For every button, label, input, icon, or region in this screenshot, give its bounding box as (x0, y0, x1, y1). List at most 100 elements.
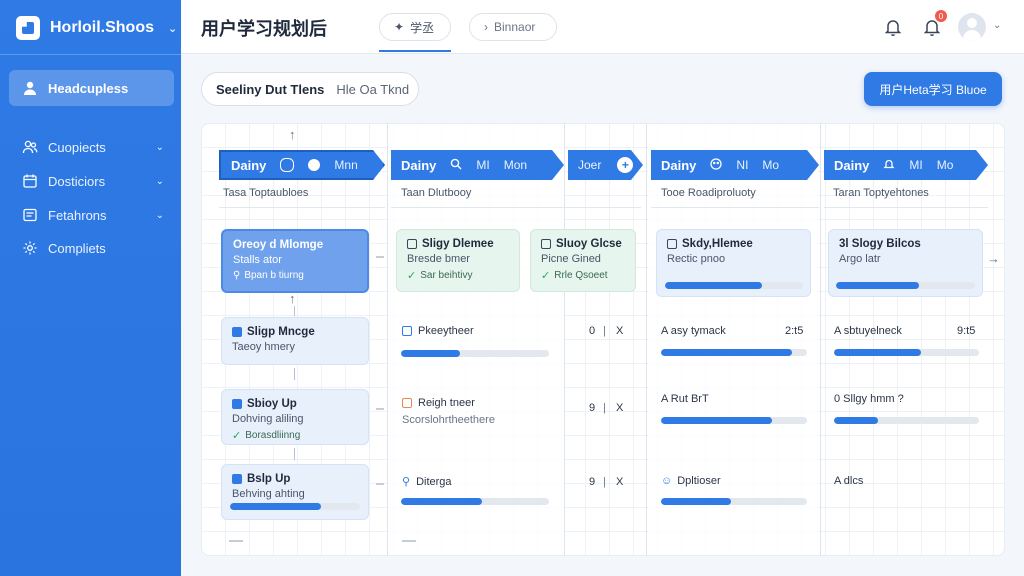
chevron-right-icon: › (484, 20, 488, 34)
stage-header-1[interactable]: Dainy Mnn (219, 150, 385, 180)
progress-bar (661, 417, 807, 424)
progress-fill (230, 503, 321, 510)
stage-header-3[interactable]: Joer + (568, 150, 643, 180)
sidebar-item-compliets[interactable]: Compliets (22, 238, 172, 258)
location-pin-icon: ⚲ (402, 476, 411, 488)
card-tag-label: Borasdliinng (245, 430, 301, 441)
task-icon (232, 474, 242, 484)
divider (376, 256, 384, 258)
column-subtitle: Tasa Toptaubloes (223, 187, 309, 199)
task-title[interactable]: A dlcs (834, 475, 863, 487)
progress-bar (836, 282, 975, 289)
chevron-down-icon: ⌄ (155, 141, 164, 153)
chevron-down-icon[interactable]: ⌄ (993, 20, 1001, 31)
checkbox-icon[interactable] (407, 239, 417, 249)
brand[interactable]: Horloil.Shoos ⌄ (16, 16, 177, 40)
sidebar-item-cuopiects[interactable]: Cuopiects ⌄ (22, 137, 172, 157)
task-icon (232, 399, 242, 409)
task-title[interactable]: A Rut BrT (661, 393, 709, 405)
chevron-down-icon: ⌄ (155, 175, 164, 187)
separator: | (603, 476, 606, 488)
task-title: Pkeeytheer (418, 325, 474, 337)
chevron-down-icon: ⌄ (155, 209, 164, 221)
task-card[interactable]: Sligp Mncge Taeoy hmery (221, 317, 369, 365)
card-title: Bslp Up (247, 473, 291, 485)
filter-label: Seeliny Dut Tlens (216, 81, 325, 97)
arrow-up-icon: ↑ (289, 291, 296, 306)
task-card[interactable]: Sligy Dlemee Bresde bmer ✓ Sar beihtivy (396, 229, 520, 292)
divider (219, 207, 385, 208)
task-row[interactable]: ☺ Dpltioser (661, 475, 721, 487)
checkbox-icon[interactable] (541, 239, 551, 249)
card-title: Skdy,Hlemee (682, 238, 753, 250)
tab-secondary[interactable]: › Binnaor (469, 13, 557, 41)
checkbox-icon[interactable] (667, 239, 677, 249)
task-title[interactable]: A asy tymack (661, 325, 726, 337)
add-icon[interactable]: + (617, 157, 633, 173)
sidebar-item-fetahrons[interactable]: Fetahrons ⌄ (22, 205, 172, 225)
divider (402, 540, 416, 542)
task-icon (232, 327, 242, 337)
task-icon (402, 398, 412, 408)
task-row[interactable]: ⚲ Diterga (402, 475, 452, 489)
task-row[interactable]: Reigh tneer (402, 397, 475, 409)
sidebar-item-label: Compliets (48, 240, 106, 256)
user-icon (22, 80, 38, 96)
task-row[interactable]: Pkeeytheer (402, 325, 474, 337)
card-title: Oreoy d Mlomge (233, 239, 324, 251)
card-title: Sluoy Glcse (556, 238, 622, 250)
card-desc: Taeoy hmery (232, 341, 295, 353)
row-count: 9 (589, 402, 596, 414)
progress-fill (834, 417, 878, 424)
divider (824, 207, 988, 208)
stage-label: Joer (578, 158, 602, 172)
avatar[interactable] (958, 13, 986, 41)
progress-bar (401, 350, 549, 357)
stage-meta: NI (736, 158, 749, 172)
stage-meta: MI (909, 158, 923, 172)
divider (0, 54, 181, 55)
bell-icon[interactable] (882, 16, 904, 38)
progress-bar (834, 417, 979, 424)
task-title[interactable]: A sbtuyelneck (834, 325, 902, 337)
progress-bar (834, 349, 979, 356)
stage-header-5[interactable]: Dainy MI Mo (824, 150, 988, 180)
progress-fill (401, 350, 461, 357)
task-card[interactable]: Bslp Up Behving ahting (221, 464, 369, 520)
task-title: Dpltioser (677, 475, 721, 487)
close-icon[interactable]: X (616, 325, 623, 337)
task-card[interactable]: Sluoy Glcse Picne Gined ✓ Rrle Qsoeet (530, 229, 636, 292)
task-card[interactable]: Sbioy Up Dohving aliling ✓ Borasdliinng (221, 389, 369, 445)
primary-action-button[interactable]: 用户Heta学习 Bluoe (864, 72, 1002, 106)
tab-active-indicator (379, 50, 451, 52)
card-desc: Stalls ator (233, 254, 282, 266)
task-title[interactable]: 0 Sllgy hmm ? (834, 393, 904, 405)
task-desc: Scorslohrtheethere (402, 414, 495, 426)
card-desc: Picne Gined (541, 253, 601, 265)
stage-label: Dainy (834, 157, 870, 173)
connector-line (294, 368, 295, 380)
stage-header-2[interactable]: Dainy MI Mon (391, 150, 564, 180)
stage-header-4[interactable]: Dainy NI Mo (651, 150, 819, 180)
close-icon[interactable]: X (616, 476, 623, 488)
sidebar-item-label: Dosticiors (48, 173, 106, 189)
task-title: Diterga (416, 475, 452, 488)
sidebar-item-active[interactable]: Headcupless (9, 70, 174, 106)
stage-meta: Mo (936, 158, 954, 172)
divider (229, 540, 243, 542)
close-icon[interactable]: X (616, 402, 623, 414)
pin-icon: ⚲ (233, 270, 241, 281)
column-divider (387, 123, 388, 556)
filter-selector[interactable]: Seeliny Dut Tlens Hle Oa Tknd (201, 72, 419, 106)
task-card-selected[interactable]: Oreoy d Mlomge Stalls ator ⚲ Bpan b tiurn… (221, 229, 369, 293)
progress-fill (661, 498, 732, 505)
card-title: Sligy Dlemee (422, 238, 494, 250)
dot-icon (308, 159, 320, 171)
arrow-right-icon[interactable]: → (987, 251, 1000, 266)
progress-bar (661, 498, 807, 505)
tab-primary[interactable]: ✦ 学丞 (379, 13, 451, 41)
row-count: 0 (589, 325, 596, 337)
card-tag-label: Sar beihtivy (420, 270, 473, 281)
card-desc: Dohving aliling (232, 413, 304, 425)
sidebar-item-dosticiors[interactable]: Dosticiors ⌄ (22, 171, 172, 191)
